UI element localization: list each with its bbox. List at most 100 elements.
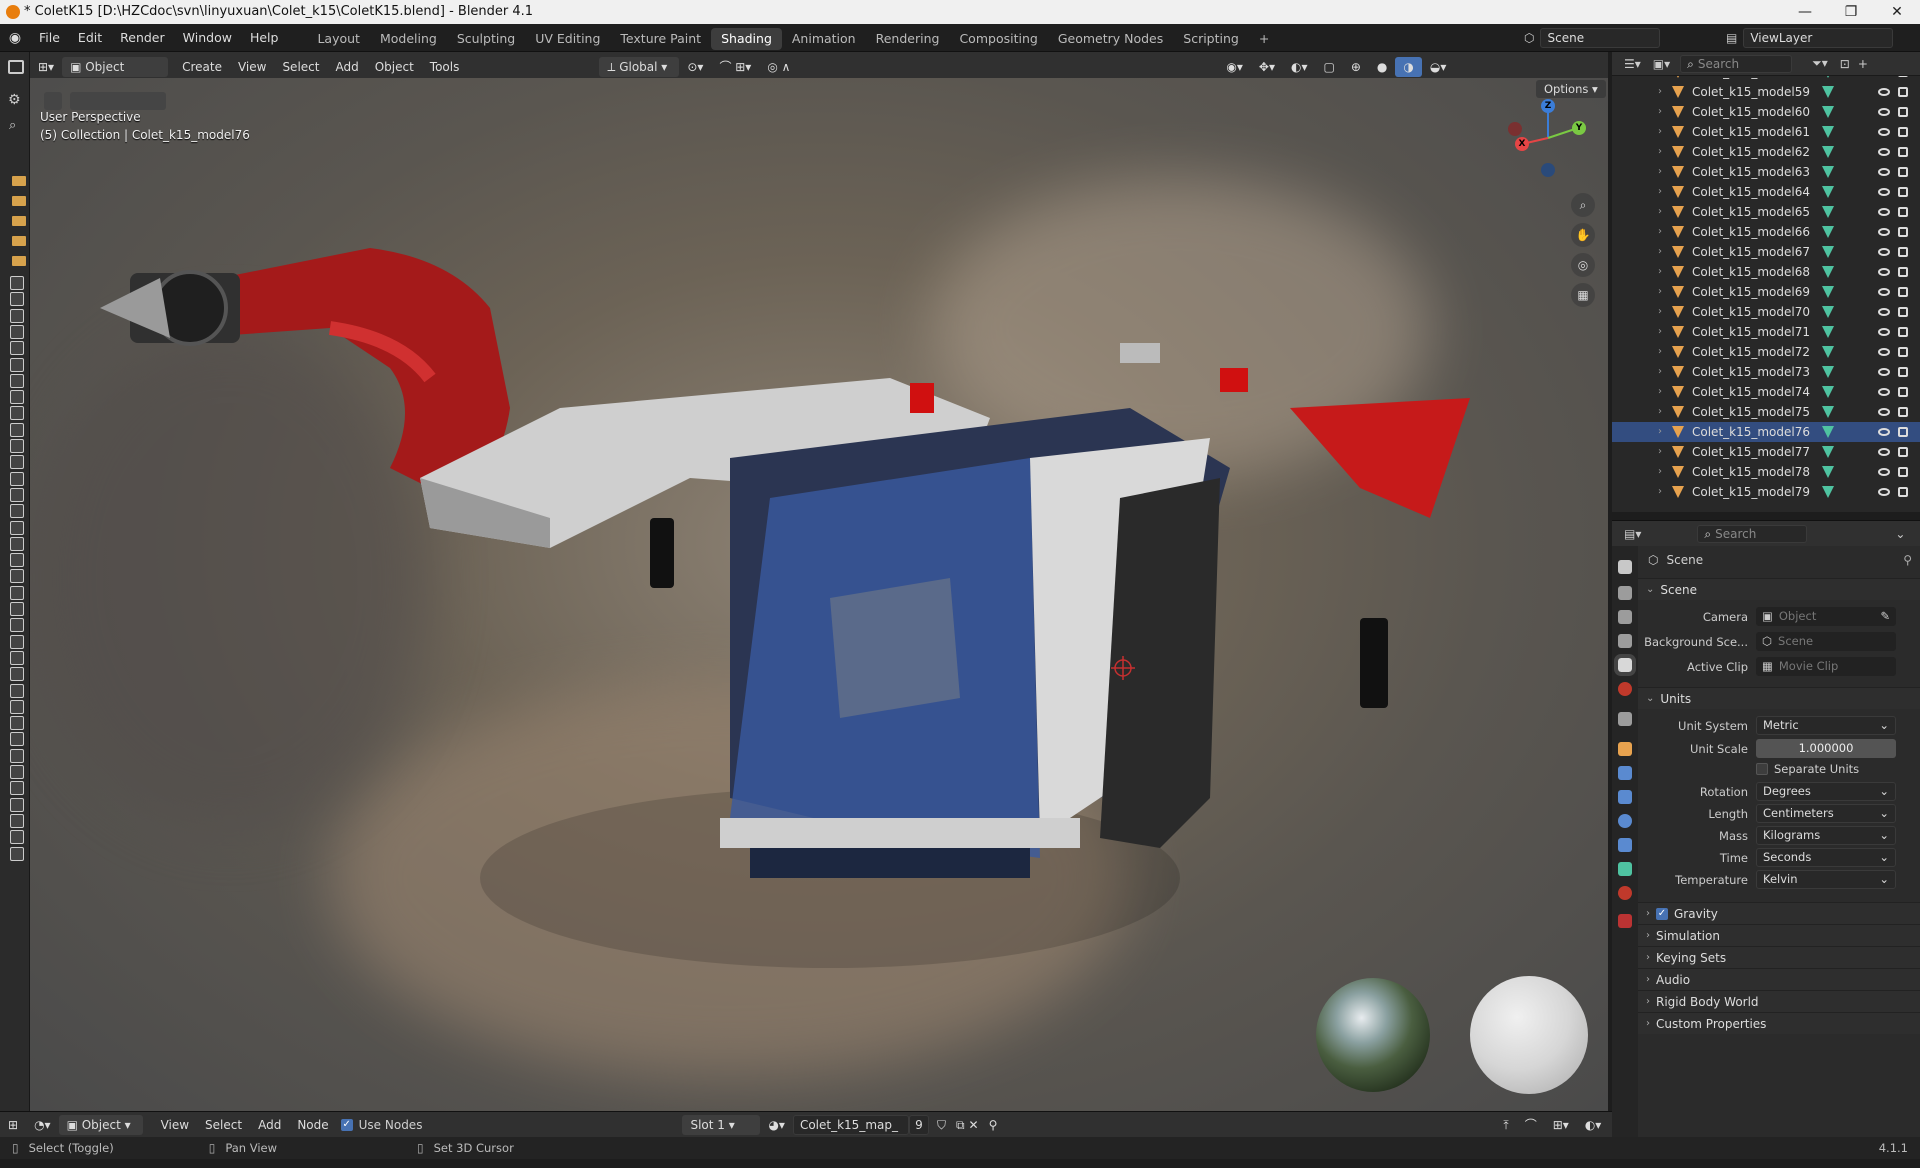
- eye-icon[interactable]: [1878, 368, 1890, 376]
- mesh-data-icon[interactable]: [1822, 486, 1834, 498]
- zoom-icon[interactable]: ⌕: [1571, 193, 1595, 217]
- eyedropper-icon[interactable]: ✎: [1880, 607, 1890, 626]
- eye-icon[interactable]: [1878, 488, 1890, 496]
- active-clip-field[interactable]: ▦ Movie Clip: [1756, 657, 1896, 676]
- shader-type-icon[interactable]: ◔▾: [26, 1115, 59, 1135]
- rotation-dropdown[interactable]: Degrees ⌄: [1756, 782, 1896, 801]
- gear-icon[interactable]: ⚙: [8, 92, 21, 108]
- render-camera-icon[interactable]: [1898, 207, 1908, 217]
- 3d-viewport[interactable]: User Perspective (5) Collection | Colet_…: [30, 78, 1608, 1111]
- tab-sculpting[interactable]: Sculpting: [447, 28, 525, 50]
- folder-icon[interactable]: [12, 216, 26, 226]
- outliner-item[interactable]: › Colet_k15_model72: [1612, 342, 1920, 362]
- image-icon[interactable]: [10, 553, 24, 568]
- menu-add[interactable]: Add: [250, 1115, 289, 1135]
- outliner-item[interactable]: › Colet_k15_model61: [1612, 122, 1920, 142]
- mode-dropdown[interactable]: ▣ Object Mode ▾: [62, 56, 169, 94]
- render-camera-icon[interactable]: [1898, 427, 1908, 437]
- shading-solid-icon[interactable]: ●: [1369, 57, 1395, 77]
- parent-node-icon[interactable]: ⤒: [1495, 1115, 1516, 1135]
- expand-chevron-icon[interactable]: ›: [1658, 382, 1662, 402]
- pivot-point-icon[interactable]: ⊙▾: [679, 57, 711, 77]
- expand-chevron-icon[interactable]: ›: [1658, 282, 1662, 302]
- image-icon[interactable]: [10, 406, 24, 421]
- tool-tab-icon[interactable]: [1618, 560, 1632, 574]
- render-camera-icon[interactable]: [1898, 167, 1908, 177]
- maximize-button[interactable]: ❐: [1828, 0, 1874, 24]
- tab-shading[interactable]: Shading: [711, 28, 782, 50]
- render-camera-icon[interactable]: [1898, 87, 1908, 97]
- expand-chevron-icon[interactable]: ›: [1658, 162, 1662, 182]
- pan-hand-icon[interactable]: ✋: [1571, 223, 1595, 247]
- image-icon[interactable]: [10, 699, 24, 714]
- length-dropdown[interactable]: Centimeters ⌄: [1756, 804, 1896, 823]
- mesh-data-icon[interactable]: [1822, 76, 1834, 78]
- gizmo-neg-z-axis[interactable]: [1541, 163, 1555, 177]
- pin-icon[interactable]: ⚲: [981, 1115, 1006, 1135]
- image-icon[interactable]: [10, 585, 24, 600]
- particles-tab-icon[interactable]: [1618, 790, 1632, 804]
- mesh-data-icon[interactable]: [1822, 286, 1834, 298]
- overlay-toggle-icon[interactable]: ◐▾: [1283, 57, 1316, 77]
- mesh-data-icon[interactable]: [1822, 386, 1834, 398]
- overlay-toggle-icon[interactable]: ◐▾: [1577, 1115, 1610, 1135]
- outliner-item[interactable]: › Colet_k15_model59: [1612, 82, 1920, 102]
- image-icon[interactable]: [10, 520, 24, 535]
- image-icon[interactable]: [10, 504, 24, 519]
- eye-icon[interactable]: [1878, 348, 1890, 356]
- menu-file[interactable]: File: [30, 24, 69, 52]
- mesh-data-icon[interactable]: [1822, 106, 1834, 118]
- add-icon[interactable]: +: [1858, 57, 1868, 71]
- proportional-edit-icon[interactable]: ◎ ∧: [759, 57, 798, 77]
- expand-chevron-icon[interactable]: ›: [1658, 242, 1662, 262]
- gravity-panel-header[interactable]: › ✓ Gravity: [1638, 902, 1920, 924]
- xray-icon[interactable]: ▢: [1316, 57, 1343, 77]
- camera-field[interactable]: ▣ Object ✎: [1756, 607, 1896, 626]
- shading-wireframe-icon[interactable]: ⊕: [1343, 57, 1369, 77]
- expand-chevron-icon[interactable]: ›: [1658, 302, 1662, 322]
- audio-panel-header[interactable]: › Audio: [1638, 968, 1920, 990]
- gizmo-y-axis[interactable]: Y: [1572, 121, 1586, 135]
- image-icon[interactable]: [10, 357, 24, 372]
- mesh-data-icon[interactable]: [1822, 186, 1834, 198]
- expand-chevron-icon[interactable]: ›: [1658, 182, 1662, 202]
- image-icon[interactable]: [10, 846, 24, 861]
- outliner-item[interactable]: › Colet_k15_model65: [1612, 202, 1920, 222]
- outliner-item[interactable]: › Colet_k15_model62: [1612, 142, 1920, 162]
- outliner-editor-icon[interactable]: ☰▾: [1624, 57, 1641, 71]
- image-icon[interactable]: [10, 732, 24, 747]
- close-window-button[interactable]: ✕: [1874, 0, 1920, 24]
- mesh-data-icon[interactable]: [1822, 406, 1834, 418]
- render-camera-icon[interactable]: [1898, 347, 1908, 357]
- close-icon[interactable]: ✕: [967, 1115, 981, 1135]
- eye-icon[interactable]: [1878, 208, 1890, 216]
- tab-geometry-nodes[interactable]: Geometry Nodes: [1048, 28, 1173, 50]
- expand-chevron-icon[interactable]: ›: [1658, 102, 1662, 122]
- gravity-checkbox[interactable]: ✓: [1656, 907, 1668, 920]
- image-icon[interactable]: [10, 439, 24, 453]
- units-panel-header[interactable]: ⌄ Units: [1638, 687, 1920, 709]
- add-workspace-button[interactable]: +: [1249, 28, 1279, 50]
- folder-icon[interactable]: [12, 236, 26, 246]
- keying-sets-panel-header[interactable]: › Keying Sets: [1638, 946, 1920, 968]
- gizmo-x-axis[interactable]: X: [1515, 137, 1529, 151]
- material-tab-icon[interactable]: [1618, 886, 1632, 900]
- eye-icon[interactable]: [1878, 448, 1890, 456]
- render-camera-icon[interactable]: [1898, 76, 1908, 77]
- image-icon[interactable]: [10, 602, 24, 616]
- eye-icon[interactable]: [1878, 328, 1890, 336]
- render-camera-icon[interactable]: [1898, 307, 1908, 317]
- image-icon[interactable]: [10, 471, 24, 486]
- tab-scripting[interactable]: Scripting: [1173, 28, 1249, 50]
- scene-tab-icon[interactable]: [1614, 654, 1636, 676]
- eye-icon[interactable]: [1878, 428, 1890, 436]
- mesh-data-icon[interactable]: [1822, 426, 1834, 438]
- outliner-item[interactable]: › Colet_k15_model75: [1612, 402, 1920, 422]
- outliner-item[interactable]: › Colet_k15_model69: [1612, 282, 1920, 302]
- menu-window[interactable]: Window: [174, 24, 241, 52]
- image-icon[interactable]: [10, 276, 24, 290]
- menu-create[interactable]: Create: [174, 57, 230, 77]
- gizmo-toggle-icon[interactable]: ✥▾: [1251, 57, 1283, 77]
- menu-view[interactable]: View: [153, 1115, 197, 1135]
- expand-chevron-icon[interactable]: ›: [1658, 422, 1662, 442]
